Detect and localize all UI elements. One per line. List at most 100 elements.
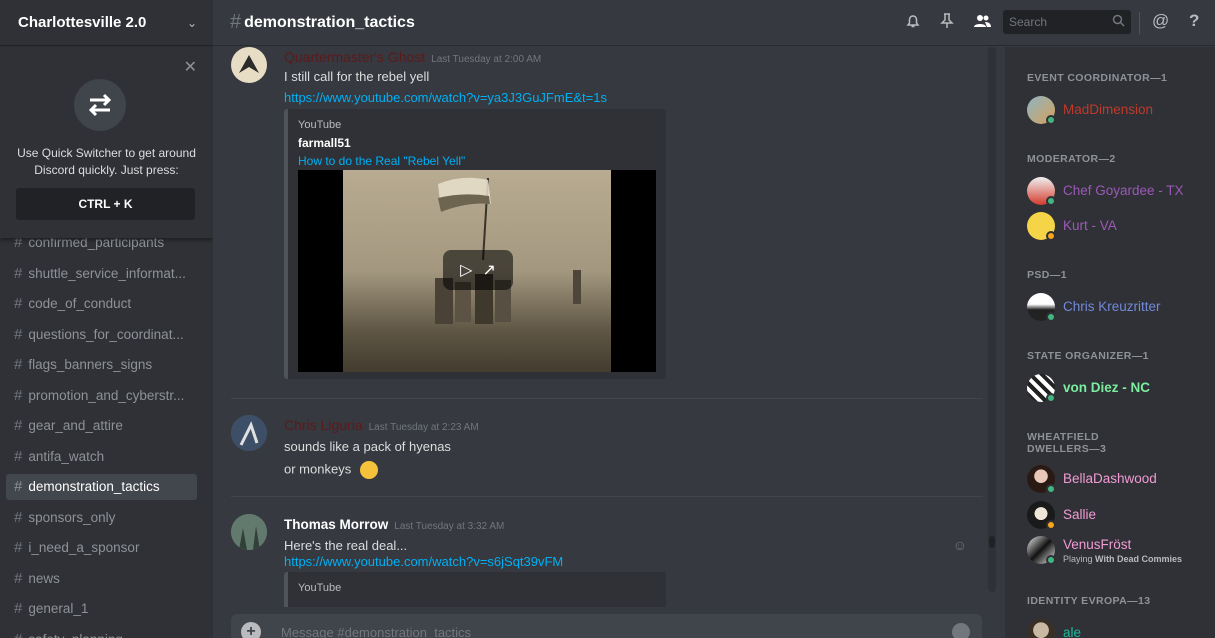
role-header: PSD—1 <box>1027 269 1067 281</box>
channel-item-active[interactable]: # demonstration_tactics <box>6 473 197 500</box>
online-status-icon <box>1046 115 1056 125</box>
member-item[interactable]: Chef Goyardee - TX <box>1027 177 1207 209</box>
video-controls[interactable]: ▷ ↗ <box>443 250 513 290</box>
timestamp: Last Tuesday at 3:32 AM <box>394 521 505 532</box>
shortcut-button[interactable]: CTRL + K <box>16 188 195 220</box>
member-item[interactable]: Chris Kreuzritter <box>1027 293 1207 325</box>
message-header: Quartermaster's Ghost Last Tuesday at 2:… <box>284 49 541 65</box>
chevron-down-icon[interactable]: ⌄ <box>187 16 197 30</box>
avatar[interactable] <box>231 47 267 83</box>
author-name[interactable]: Thomas Morrow <box>284 517 388 532</box>
member-item[interactable]: MadDimension <box>1027 96 1207 128</box>
channel-item[interactable]: # promotion_and_cyberstr... <box>6 382 197 408</box>
role-header: WHEATFIELD DWELLERS—3 <box>1027 431 1107 455</box>
channel-name: sponsors_only <box>28 509 116 525</box>
channel-item[interactable]: # news <box>6 565 197 591</box>
member-item[interactable]: VenusFröst Playing With Dead Commies <box>1027 536 1207 572</box>
external-link-icon[interactable]: ↗ <box>482 260 495 280</box>
close-icon[interactable]: ✕ <box>184 57 197 77</box>
member-name: Sallie <box>1063 507 1097 522</box>
message-link[interactable]: https://www.youtube.com/watch?v=s6jSqt39… <box>284 554 563 569</box>
member-item[interactable]: ale <box>1027 619 1207 638</box>
channel-name: safety_planning <box>28 632 123 638</box>
channel-sidebar: Charlottesville 2.0 ⌄ ✕ Use Quick Switch… <box>0 0 213 638</box>
hash-icon: # <box>14 600 23 617</box>
member-list: EVENT COORDINATOR—1 MadDimension MODERAT… <box>1005 47 1215 638</box>
pin-icon[interactable] <box>940 13 954 34</box>
hash-icon: # <box>14 478 23 495</box>
embed-title[interactable]: How to do the Real "Rebel Yell" <box>298 154 465 168</box>
grinning-emoji-icon <box>359 461 378 479</box>
discord-app: Charlottesville 2.0 ⌄ ✕ Use Quick Switch… <box>0 0 1215 638</box>
search-input[interactable]: Search <box>1003 10 1131 34</box>
hash-icon: # <box>14 569 23 587</box>
member-name: Chris Kreuzritter <box>1063 299 1161 314</box>
search-icon <box>1112 14 1125 30</box>
author-name[interactable]: Quartermaster's Ghost <box>284 49 425 65</box>
channel-item[interactable]: # code_of_conduct <box>6 291 197 317</box>
channel-list: # confirmed_participants # shuttle_service… <box>0 225 213 638</box>
message-header: Chris Liguria Last Tuesday at 2:23 AM <box>284 417 479 433</box>
channel-item[interactable]: # flags_banners_signs <box>6 352 197 378</box>
channel-item[interactable]: # antifa_watch <box>6 443 197 469</box>
hash-icon: # <box>14 539 23 556</box>
hash-icon: # <box>14 508 23 526</box>
plus-icon[interactable]: + <box>241 622 261 638</box>
swap-arrows-icon <box>74 79 126 131</box>
message-divider <box>231 496 983 497</box>
video-player[interactable]: ▷ ↗ <box>298 170 656 372</box>
hash-icon: # <box>14 386 23 404</box>
member-name: Chef Goyardee - TX <box>1063 183 1184 198</box>
channel-title-text: demonstration_tactics <box>244 13 415 31</box>
add-reaction-icon[interactable]: ☺ <box>953 537 967 553</box>
channel-name: shuttle_service_informat... <box>28 265 186 281</box>
avatar <box>1027 619 1055 638</box>
member-item[interactable]: von Diez - NC <box>1027 374 1207 406</box>
channel-name: news <box>28 570 60 586</box>
bell-icon[interactable] <box>905 13 921 34</box>
online-status-icon <box>1046 555 1056 565</box>
avatar[interactable] <box>231 514 267 550</box>
channel-item[interactable]: # i_need_a_sponsor <box>6 535 197 561</box>
author-name[interactable]: Chris Liguria <box>284 417 363 433</box>
server-header[interactable]: Charlottesville 2.0 ⌄ <box>0 0 213 46</box>
embed-author[interactable]: farmall51 <box>298 136 351 150</box>
channel-item[interactable]: # gear_and_attire <box>6 413 197 439</box>
link-embed: YouTube farmall51 How to do the Real "Re… <box>284 109 666 379</box>
channel-header: # demonstration_tactics Search @ ? <box>213 0 1215 46</box>
channel-name: antifa_watch <box>28 448 105 464</box>
hash-icon: # <box>14 295 23 312</box>
idle-status-icon <box>1046 520 1056 530</box>
message-divider <box>231 398 983 399</box>
channel-name: promotion_and_cyberstr... <box>28 387 185 403</box>
message-input[interactable] <box>281 625 931 638</box>
channel-item[interactable]: # questions_for_coordinat... <box>6 321 197 347</box>
play-icon[interactable]: ▷ <box>460 260 472 280</box>
message-text: I still call for the rebel yell <box>284 69 430 84</box>
scrollbar-track[interactable] <box>988 47 996 592</box>
message-link[interactable]: https://www.youtube.com/watch?v=ya3J3GuJ… <box>284 90 607 105</box>
member-item[interactable]: BellaDashwood <box>1027 465 1207 497</box>
message-header: Thomas Morrow Last Tuesday at 3:32 AM <box>284 517 504 532</box>
channel-item[interactable]: # shuttle_service_informat... <box>6 260 197 286</box>
member-item[interactable]: Kurt - VA <box>1027 212 1207 244</box>
channel-item[interactable]: # safety_planning <box>6 626 197 638</box>
member-item[interactable]: Sallie <box>1027 501 1207 533</box>
hash-icon: # <box>14 417 23 434</box>
header-divider <box>1139 12 1140 34</box>
channel-name: questions_for_coordinat... <box>28 326 184 342</box>
help-icon[interactable]: ? <box>1189 11 1199 31</box>
member-name: BellaDashwood <box>1063 471 1157 486</box>
members-icon[interactable] <box>972 13 992 34</box>
role-header: STATE ORGANIZER—1 <box>1027 350 1149 362</box>
avatar[interactable] <box>231 415 267 451</box>
channel-name: flags_banners_signs <box>28 357 153 372</box>
hash-icon: # <box>14 631 22 638</box>
channel-item[interactable]: # general_1 <box>6 596 197 622</box>
scrollbar-thumb[interactable] <box>989 536 995 548</box>
channel-title: # demonstration_tactics <box>230 11 415 34</box>
member-name: Kurt - VA <box>1063 218 1117 233</box>
mention-icon[interactable]: @ <box>1152 11 1169 31</box>
emoji-icon[interactable] <box>952 623 970 638</box>
channel-item[interactable]: # sponsors_only <box>6 504 197 530</box>
